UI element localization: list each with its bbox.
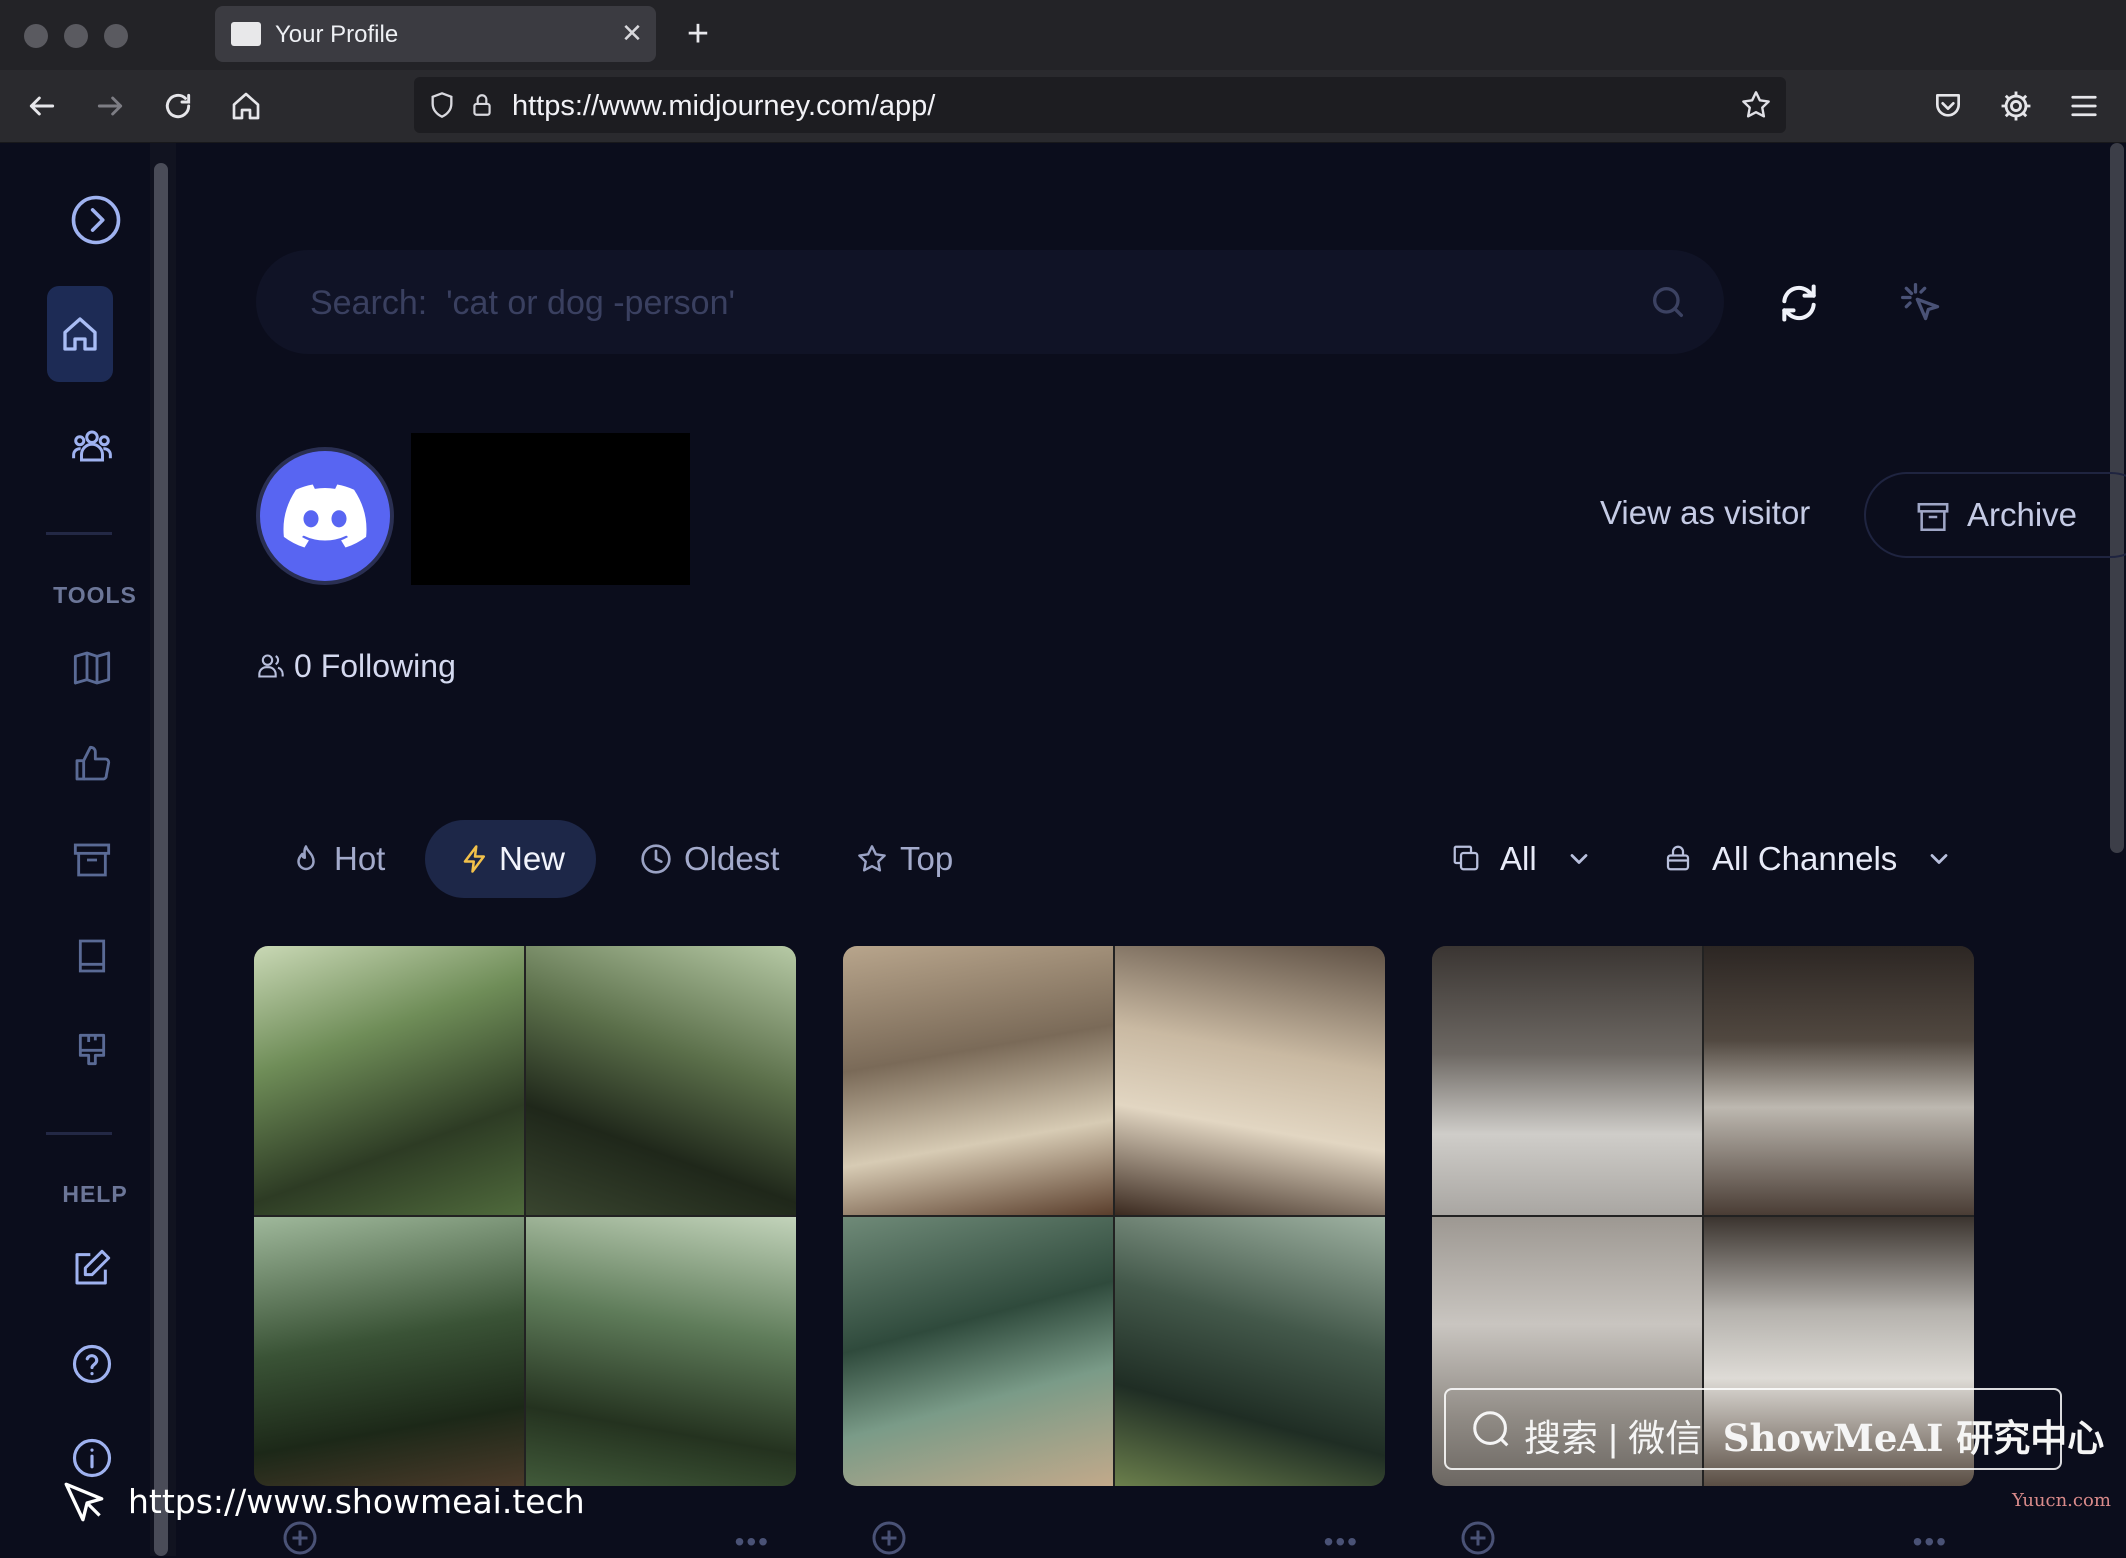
image-thumbnail[interactable] (1115, 946, 1385, 1215)
map-icon[interactable] (60, 636, 124, 700)
tab-close-icon[interactable]: ✕ (615, 16, 649, 50)
community-icon[interactable] (60, 414, 124, 478)
bookmark-star-icon[interactable] (1736, 85, 1776, 125)
lock-icon[interactable] (464, 87, 500, 123)
discord-logo-icon (283, 484, 367, 548)
sidebar-home-button[interactable] (47, 286, 113, 382)
lightning-icon (457, 841, 493, 877)
type-filter-value: All (1500, 840, 1537, 877)
image-card[interactable] (254, 946, 796, 1486)
copy-layers-icon (1448, 840, 1484, 876)
window-close-dot[interactable] (24, 24, 48, 48)
window-zoom-dot[interactable] (104, 24, 128, 48)
sort-tab-label: Hot (334, 840, 386, 877)
thumbs-up-icon[interactable] (60, 732, 124, 796)
home-icon[interactable] (224, 84, 268, 128)
forward-icon[interactable] (88, 84, 132, 128)
shield-icon[interactable] (424, 87, 460, 123)
search-bar (256, 250, 1724, 354)
expand-sidebar-icon[interactable] (64, 188, 128, 252)
clock-icon (638, 841, 674, 877)
following-label: 0 Following (294, 648, 456, 684)
cursor-arrow-icon (58, 1476, 112, 1530)
browser-nav-bar: https://www.midjourney.com/app/ (0, 70, 2126, 143)
star-icon (854, 841, 890, 877)
chevron-down-icon (1922, 842, 1956, 876)
sort-tab-hot[interactable]: Hot (288, 820, 398, 898)
back-icon[interactable] (20, 84, 64, 128)
refresh-icon[interactable] (1772, 276, 1826, 330)
sort-tab-label: Top (900, 840, 954, 877)
home-icon (60, 314, 100, 354)
archive-label: Archive (1967, 496, 2078, 533)
cursor-click-icon[interactable] (1894, 276, 1948, 330)
flame-icon (288, 841, 324, 877)
search-icon (1466, 1404, 1518, 1456)
browser-tab-bar: Your Profile ✕ + (0, 0, 2126, 70)
sidebar-divider (46, 532, 112, 535)
archive-box-icon (1914, 498, 1952, 536)
sort-tab-top[interactable]: Top (854, 820, 964, 898)
image-thumbnail[interactable] (1704, 946, 1974, 1215)
sort-tab-label: New (499, 840, 566, 877)
more-options-icon[interactable]: ••• (1324, 1526, 1359, 1558)
add-circle-icon[interactable] (280, 1518, 320, 1558)
users-icon (256, 650, 286, 682)
book-icon[interactable] (60, 924, 124, 988)
pocket-icon[interactable] (1926, 84, 1970, 128)
watermark-small-text: Yuucn.com (2012, 1490, 2111, 1511)
image-thumbnail[interactable] (526, 946, 796, 1215)
search-icon[interactable] (1644, 278, 1692, 326)
edit-feedback-icon[interactable] (60, 1236, 124, 1300)
reload-icon[interactable] (156, 84, 200, 128)
sidebar-divider (46, 1132, 112, 1135)
url-text[interactable]: https://www.midjourney.com/app/ (512, 90, 935, 123)
card-footer: ••• (1432, 1512, 1974, 1558)
add-circle-icon[interactable] (1458, 1518, 1498, 1558)
image-card[interactable] (843, 946, 1385, 1486)
add-circle-icon[interactable] (869, 1518, 909, 1558)
image-thumbnail[interactable] (1115, 1217, 1385, 1486)
watermark-text: 搜索 | 微信 ShowMeAI 研究中心 (1524, 1416, 2105, 1460)
type-filter-dropdown[interactable]: All (1448, 824, 1598, 894)
image-thumbnail[interactable] (843, 946, 1113, 1215)
archive-box-icon[interactable] (60, 828, 124, 892)
browser-tab[interactable]: Your Profile ✕ (215, 6, 656, 62)
lock-channel-icon (1660, 840, 1696, 876)
watermark-banner: 搜索 | 微信 ShowMeAI 研究中心 (1444, 1388, 2104, 1470)
more-options-icon[interactable]: ••• (1913, 1526, 1948, 1558)
settings-gear-icon[interactable] (1994, 84, 2038, 128)
view-as-visitor-button[interactable]: View as visitor (1600, 494, 1810, 532)
hamburger-menu-icon[interactable] (2062, 84, 2106, 128)
midjourney-favicon-icon (231, 22, 261, 46)
channel-filter-value: All Channels (1712, 840, 1898, 877)
card-footer: ••• (843, 1512, 1385, 1558)
new-tab-icon[interactable]: + (676, 12, 720, 56)
search-input[interactable] (308, 274, 1592, 332)
more-options-icon[interactable]: ••• (735, 1526, 770, 1558)
channel-filter-dropdown[interactable]: All Channels (1660, 824, 1960, 894)
image-thumbnail[interactable] (526, 1217, 796, 1486)
image-thumbnail[interactable] (254, 946, 524, 1215)
avatar[interactable] (256, 447, 394, 585)
paint-brush-icon[interactable] (60, 1020, 124, 1084)
window-minimize-dot[interactable] (64, 24, 88, 48)
image-thumbnail[interactable] (843, 1217, 1113, 1486)
image-thumbnail[interactable] (1432, 946, 1702, 1215)
archive-button[interactable]: Archive (1864, 472, 2126, 558)
watermark-url: https://www.showmeai.tech (128, 1482, 585, 1521)
help-question-icon[interactable] (60, 1332, 124, 1396)
sort-tab-label: Oldest (684, 840, 780, 877)
redacted-username (411, 433, 690, 585)
following-count[interactable]: 0 Following (256, 648, 516, 688)
image-thumbnail[interactable] (254, 1217, 524, 1486)
sort-tab-oldest[interactable]: Oldest (638, 820, 798, 898)
sidebar-scrollbar-thumb[interactable] (154, 163, 168, 1556)
sort-tab-new[interactable]: New (425, 820, 596, 898)
tab-title: Your Profile (275, 21, 399, 48)
url-bar[interactable]: https://www.midjourney.com/app/ (414, 77, 1786, 133)
chevron-down-icon (1562, 842, 1596, 876)
